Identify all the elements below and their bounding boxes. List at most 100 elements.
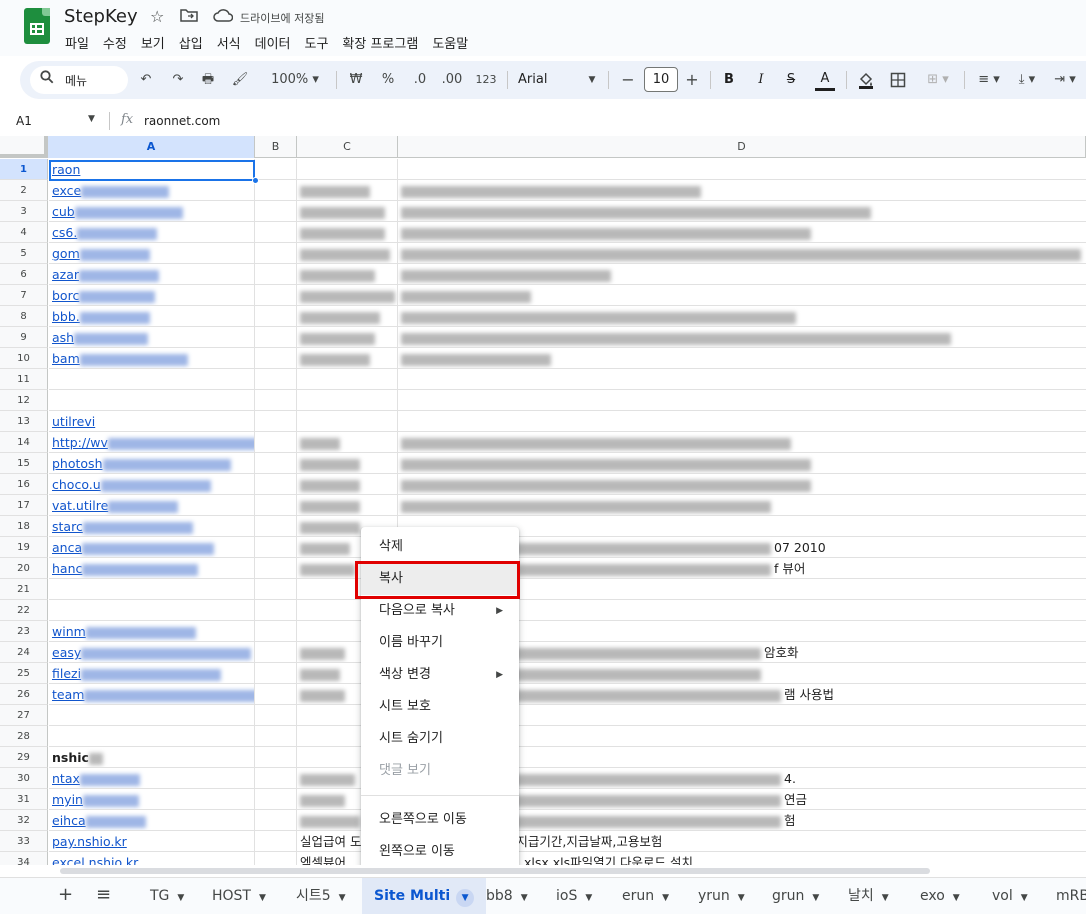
cell-b[interactable] [255, 726, 297, 747]
sheet-tab[interactable]: yrun ▼ [698, 878, 745, 914]
menu-item[interactable]: 보기 [140, 32, 171, 52]
cell-a[interactable]: hanc [49, 558, 255, 579]
cell-a[interactable]: starc [49, 516, 255, 537]
cell-a[interactable]: nshic [49, 747, 255, 768]
undo-icon[interactable]: ↶ [134, 61, 158, 99]
chevron-down-icon[interactable]: ▼ [662, 893, 669, 903]
cell-c[interactable] [297, 369, 398, 390]
row-header[interactable]: 2 [0, 180, 48, 201]
decrease-font-size-button[interactable]: − [618, 61, 638, 99]
cell-b[interactable] [255, 852, 297, 865]
row-header[interactable]: 9 [0, 327, 48, 348]
menu-item[interactable]: 확장 프로그램 [341, 32, 424, 52]
cell-b[interactable] [255, 159, 297, 180]
chevron-down-icon[interactable]: ▼ [1021, 893, 1028, 903]
cell-b[interactable] [255, 390, 297, 411]
chevron-down-icon[interactable]: ▼ [177, 893, 184, 903]
cell-c[interactable] [297, 243, 398, 264]
cell-a[interactable]: photosh [49, 453, 255, 474]
all-sheets-button[interactable]: ≡ [96, 884, 111, 905]
scrollbar-thumb[interactable] [60, 868, 930, 874]
cell-c[interactable] [297, 159, 398, 180]
row-header[interactable]: 17 [0, 495, 48, 516]
percent-format-button[interactable]: % [378, 61, 398, 99]
cell-b[interactable] [255, 285, 297, 306]
chevron-down-icon[interactable]: ▼ [88, 114, 95, 124]
cell-a[interactable] [49, 369, 255, 390]
cell-b[interactable] [255, 474, 297, 495]
cell-d[interactable] [398, 348, 1086, 369]
cell-b[interactable] [255, 369, 297, 390]
column-header-c[interactable]: C [297, 136, 398, 158]
menu-item[interactable]: 도구 [304, 32, 335, 52]
cell-c[interactable] [297, 495, 398, 516]
column-header-d[interactable]: D [398, 136, 1086, 158]
cell-d[interactable] [398, 264, 1086, 285]
cell-a[interactable] [49, 390, 255, 411]
cell-d[interactable] [398, 474, 1086, 495]
cell-b[interactable] [255, 180, 297, 201]
cell-b[interactable] [255, 222, 297, 243]
chevron-down-icon[interactable]: ▼ [738, 893, 745, 903]
cell-d[interactable] [398, 306, 1086, 327]
cell-a[interactable]: myin [49, 789, 255, 810]
chevron-down-icon[interactable]: ▼ [339, 893, 346, 903]
menu-item[interactable]: 수정 [102, 32, 133, 52]
row-header[interactable]: 21 [0, 579, 48, 600]
cell-c[interactable] [297, 222, 398, 243]
cell-b[interactable] [255, 201, 297, 222]
formula-input[interactable]: raonnet.com [144, 114, 220, 128]
cell-a[interactable]: raon [49, 159, 255, 180]
cell-a[interactable]: bbb. [49, 306, 255, 327]
chevron-down-icon[interactable]: ▼ [259, 893, 266, 903]
sheet-tab[interactable]: bb8 ▼ [486, 878, 528, 914]
cell-b[interactable] [255, 831, 297, 852]
cell-c[interactable] [297, 264, 398, 285]
cell-c[interactable] [297, 180, 398, 201]
cell-a[interactable]: bam [49, 348, 255, 369]
cell-d[interactable] [398, 201, 1086, 222]
cell-b[interactable] [255, 663, 297, 684]
cell-b[interactable] [255, 495, 297, 516]
cell-a[interactable]: cub [49, 201, 255, 222]
cell-a[interactable]: team [49, 684, 255, 705]
column-header-a[interactable]: A [48, 136, 255, 158]
sheet-tab[interactable]: erun ▼ [622, 878, 669, 914]
borders-icon[interactable] [886, 61, 910, 99]
cell-a[interactable]: cs6. [49, 222, 255, 243]
horizontal-scrollbar[interactable] [0, 865, 1086, 877]
vertical-align-icon[interactable]: ⤓ ▾ [1010, 61, 1044, 99]
paint-format-icon[interactable]: 🖌 [228, 61, 252, 99]
sheet-tab[interactable]: mRB [1056, 878, 1086, 914]
cell-a[interactable]: utilrevi [49, 411, 255, 432]
context-menu-item[interactable]: 삭제 [361, 531, 519, 563]
cell-a[interactable]: borc [49, 285, 255, 306]
row-header[interactable]: 22 [0, 600, 48, 621]
cell-d[interactable] [398, 369, 1086, 390]
horizontal-align-icon[interactable]: ≡ ▾ [972, 61, 1006, 99]
fill-handle[interactable] [252, 177, 259, 184]
sheet-tab[interactable]: TG ▼ [150, 878, 184, 914]
cell-a[interactable] [49, 579, 255, 600]
cell-d[interactable] [398, 243, 1086, 264]
cell-b[interactable] [255, 348, 297, 369]
row-header[interactable]: 18 [0, 516, 48, 537]
cell-c[interactable] [297, 453, 398, 474]
cell-c[interactable] [297, 411, 398, 432]
cell-b[interactable] [255, 642, 297, 663]
row-header[interactable]: 27 [0, 705, 48, 726]
cell-d[interactable] [398, 159, 1086, 180]
sheet-tab[interactable]: HOST ▼ [212, 878, 266, 914]
cell-b[interactable] [255, 621, 297, 642]
column-header-b[interactable]: B [255, 136, 297, 158]
strikethrough-button[interactable]: S [780, 61, 802, 99]
cell-d[interactable] [398, 180, 1086, 201]
star-icon[interactable]: ☆ [150, 7, 164, 26]
merge-cells-icon[interactable]: ⊞ ▾ [918, 61, 958, 99]
sheet-tab[interactable]: grun ▼ [772, 878, 819, 914]
cell-a[interactable] [49, 600, 255, 621]
chevron-down-icon[interactable]: ▼ [953, 893, 960, 903]
cell-c[interactable] [297, 432, 398, 453]
row-header[interactable]: 29 [0, 747, 48, 768]
italic-button[interactable]: I [750, 61, 772, 99]
